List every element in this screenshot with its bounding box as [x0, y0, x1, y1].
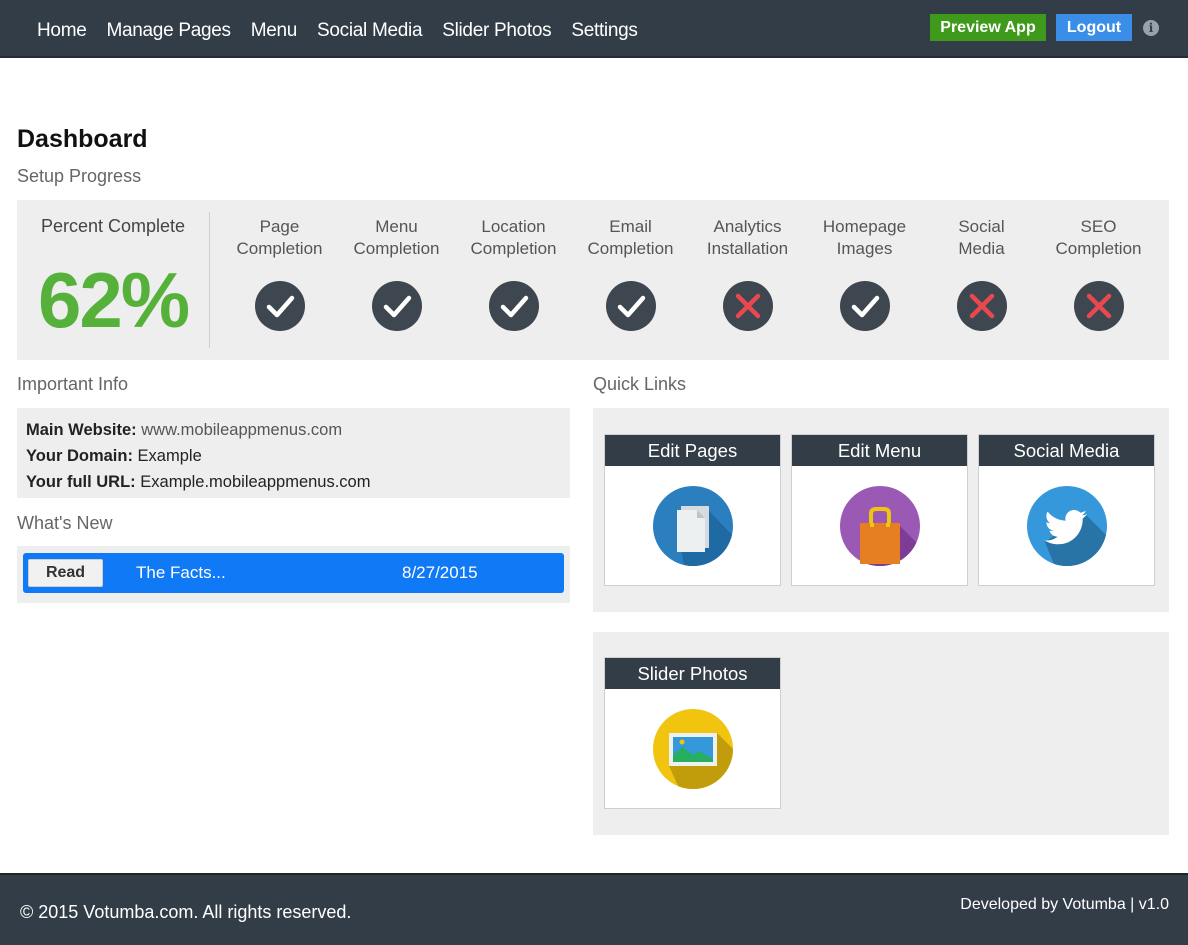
- whats-new-heading: What's New: [17, 513, 113, 533]
- logout-button[interactable]: Logout: [1056, 14, 1132, 41]
- progress-step-label-line1: Location: [481, 217, 546, 236]
- progress-step-label: Social Media: [923, 216, 1040, 264]
- progress-step-seo-completion: SEO Completion: [1040, 216, 1157, 331]
- read-button[interactable]: Read: [28, 559, 103, 587]
- domain-value: Example: [137, 447, 202, 465]
- nav-manage-pages[interactable]: Manage Pages: [106, 20, 231, 42]
- checkmark-icon: [839, 281, 890, 331]
- progress-step-label-line1: Social: [958, 217, 1005, 236]
- setup-progress-label: Setup Progress: [17, 166, 142, 186]
- full-url-value: Example.mobileappmenus.com: [140, 473, 371, 491]
- slider-photos-tile[interactable]: Slider Photos: [604, 657, 781, 809]
- page-title: Dashboard: [17, 125, 148, 153]
- progress-step-menu-completion: Menu Completion: [338, 216, 455, 331]
- news-item[interactable]: Read The Facts... 8/27/2015: [23, 553, 564, 593]
- progress-step-label: SEO Completion: [1040, 216, 1157, 264]
- checkmark-icon: [254, 281, 305, 331]
- landscape-photo-icon: [653, 709, 733, 789]
- quick-links-panel-2: Slider Photos: [593, 632, 1169, 835]
- progress-step-label-line2: Completion: [587, 239, 674, 258]
- news-date: 8/27/2015: [402, 563, 478, 582]
- domain-row: Your Domain: Example: [26, 443, 561, 469]
- progress-step-email-completion: Email Completion: [572, 216, 689, 331]
- progress-step-homepage-images: Homepage Images: [806, 216, 923, 331]
- progress-step-label-line1: Homepage: [822, 217, 907, 236]
- edit-menu-tile-title: Edit Menu: [792, 435, 967, 466]
- checkmark-icon: [371, 281, 422, 331]
- preview-app-button[interactable]: Preview App: [930, 14, 1046, 41]
- important-info-heading: Important Info: [17, 374, 129, 394]
- main-nav: Home Manage Pages Menu Social Media Slid…: [27, 20, 648, 42]
- progress-step-label-line2: Media: [958, 239, 1005, 258]
- progress-step-label: Location Completion: [455, 216, 572, 264]
- cross-icon: [956, 281, 1007, 331]
- progress-step-label-line1: Page: [259, 217, 300, 236]
- twitter-bird-icon: [1027, 486, 1107, 566]
- nav-menu[interactable]: Menu: [251, 20, 298, 42]
- news-title: The Facts...: [136, 563, 226, 582]
- progress-step-label-line1: Email: [609, 217, 652, 236]
- full-url-row: Your full URL: Example.mobileappmenus.co…: [26, 469, 561, 495]
- progress-step-label-line2: Completion: [470, 239, 557, 258]
- footer: © 2015 Votumba.com. All rights reserved.…: [0, 873, 1188, 945]
- whats-new-box: Read The Facts... 8/27/2015: [17, 546, 570, 603]
- percent-complete-label: Percent Complete: [40, 216, 186, 236]
- checkmark-icon: [605, 281, 656, 331]
- progress-step-location-completion: Location Completion: [455, 216, 572, 331]
- slider-photos-tile-title: Slider Photos: [605, 658, 780, 689]
- developer-credit: Developed by Votumba | v1.0: [960, 896, 1169, 913]
- progress-step-label-line2: Completion: [236, 239, 323, 258]
- progress-step-label: Analytics Installation: [689, 216, 806, 264]
- progress-step-page-completion: Page Completion: [221, 216, 338, 331]
- domain-label: Your Domain:: [26, 447, 133, 465]
- edit-menu-tile[interactable]: Edit Menu: [791, 434, 968, 586]
- percent-complete-value: 62%: [37, 256, 190, 344]
- full-url-label: Your full URL:: [26, 473, 136, 491]
- cross-icon: [722, 281, 773, 331]
- progress-step-label-line2: Installation: [706, 239, 789, 258]
- info-icon[interactable]: i: [1143, 20, 1159, 36]
- progress-divider: [209, 212, 210, 348]
- main-website-label: Main Website:: [26, 421, 137, 439]
- nav-home[interactable]: Home: [37, 20, 87, 42]
- copyright-text: © 2015 Votumba.com. All rights reserved.: [20, 902, 352, 922]
- social-media-tile[interactable]: Social Media: [978, 434, 1155, 586]
- setup-progress-panel: Percent Complete 62% Page Completion Menu C…: [17, 200, 1169, 360]
- edit-pages-tile[interactable]: Edit Pages: [604, 434, 781, 586]
- social-media-tile-title: Social Media: [979, 435, 1154, 466]
- progress-step-label-line1: Menu: [375, 217, 418, 236]
- important-info-box: Main Website: www.mobileappmenus.com You…: [17, 408, 570, 498]
- main-website-value[interactable]: www.mobileappmenus.com: [141, 421, 342, 439]
- progress-step-label-line2: Completion: [1055, 239, 1142, 258]
- edit-pages-tile-title: Edit Pages: [605, 435, 780, 466]
- progress-step-label-line2: Completion: [353, 239, 440, 258]
- checkmark-icon: [488, 281, 539, 331]
- progress-step-analytics-installation: Analytics Installation: [689, 216, 806, 331]
- quick-links-panel: Edit Pages Edit Menu Social Media: [593, 408, 1169, 612]
- progress-step-social-media: Social Media: [923, 216, 1040, 331]
- nav-settings[interactable]: Settings: [571, 20, 638, 42]
- quick-links-heading: Quick Links: [593, 374, 687, 394]
- progress-step-label: Homepage Images: [806, 216, 923, 264]
- progress-step-label: Page Completion: [221, 216, 338, 264]
- cross-icon: [1073, 281, 1124, 331]
- pages-icon: [653, 486, 733, 566]
- shopping-bag-icon: [840, 486, 920, 566]
- progress-step-label: Email Completion: [572, 216, 689, 264]
- main-website-row: Main Website: www.mobileappmenus.com: [26, 417, 561, 443]
- progress-step-label-line1: SEO: [1080, 217, 1117, 236]
- progress-step-label-line1: Analytics: [713, 217, 782, 236]
- progress-step-label: Menu Completion: [338, 216, 455, 264]
- progress-step-label-line2: Images: [836, 239, 893, 258]
- nav-social-media[interactable]: Social Media: [317, 20, 422, 42]
- nav-slider-photos[interactable]: Slider Photos: [442, 20, 551, 42]
- top-navbar: Home Manage Pages Menu Social Media Slid…: [0, 0, 1188, 58]
